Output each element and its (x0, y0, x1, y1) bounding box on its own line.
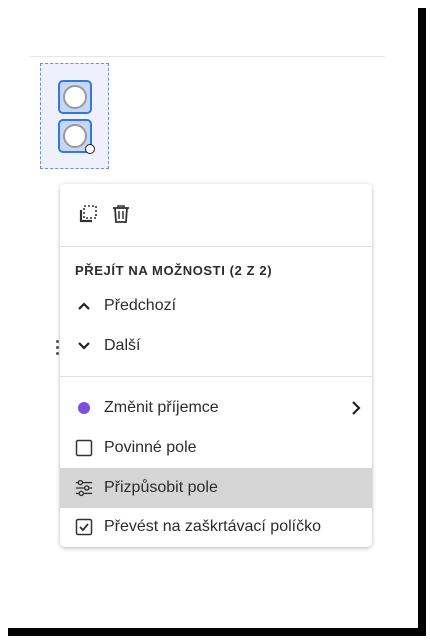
checkbox-checked-icon (75, 518, 93, 536)
duplicate-icon[interactable] (77, 203, 99, 225)
chevron-up-icon (75, 297, 93, 315)
previous-option-item[interactable]: Předchozí (60, 286, 372, 326)
trash-icon[interactable] (110, 203, 132, 225)
menu-toolbar (60, 184, 372, 246)
menu-divider (60, 246, 372, 247)
chevron-down-icon (75, 337, 93, 355)
change-recipient-label: Změnit příjemce (104, 399, 219, 416)
chevron-right-icon (350, 400, 362, 416)
previous-option-label: Předchozí (104, 297, 177, 314)
resize-handle[interactable] (85, 144, 95, 154)
menu-divider (60, 376, 372, 377)
next-option-item[interactable]: Další (60, 326, 372, 366)
change-recipient-item[interactable]: Změnit příjemce (60, 388, 372, 428)
radio-button-1[interactable] (58, 80, 92, 114)
next-option-label: Další (104, 337, 141, 354)
app-window: PŘEJÍT NA MOŽNOSTI (2 Z 2) Předchozí Dal… (0, 0, 418, 628)
required-field-label: Povinné pole (104, 439, 197, 456)
checkbox-unchecked-icon[interactable] (75, 439, 93, 457)
sliders-icon (75, 479, 93, 497)
convert-to-checkbox-label: Převést na zaškrtávací políčko (104, 518, 321, 535)
page-edge-line (30, 56, 385, 57)
section-title: PŘEJÍT NA MOŽNOSTI (2 Z 2) (75, 263, 273, 278)
radio-circle-icon (63, 85, 87, 109)
radio-group-field[interactable] (40, 63, 109, 169)
context-menu: PŘEJÍT NA MOŽNOSTI (2 Z 2) Předchozí Dal… (60, 184, 372, 547)
convert-to-checkbox-item[interactable]: Převést na zaškrtávací políčko (60, 507, 372, 547)
required-field-item[interactable]: Povinné pole (60, 428, 372, 468)
radio-circle-icon (63, 124, 87, 148)
recipient-color-dot-icon (75, 399, 93, 417)
customize-field-label: Přizpůsobit pole (104, 479, 218, 496)
customize-field-item[interactable]: Přizpůsobit pole (60, 468, 372, 508)
